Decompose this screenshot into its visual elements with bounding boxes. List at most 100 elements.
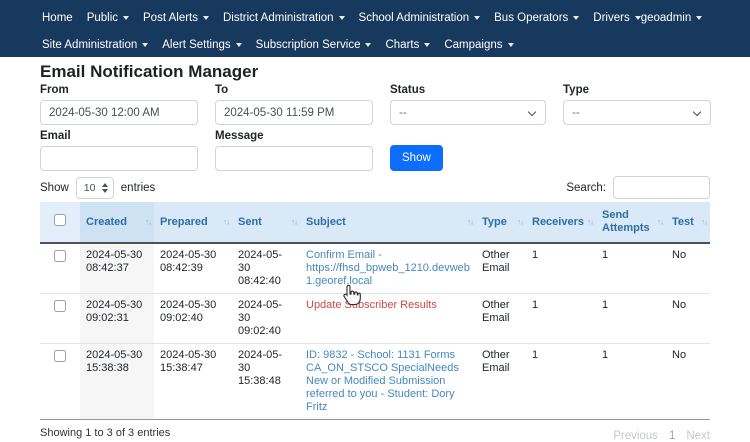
nav-item-charts[interactable]: Charts — [385, 39, 430, 51]
caret-down-icon — [339, 16, 345, 20]
chevron-down-icon — [693, 108, 701, 116]
pagination: Previous 1 Next — [613, 427, 710, 442]
send-attempts-cell: 1 — [596, 243, 666, 294]
prepared-cell: 2024-05-30 09:02:40 — [154, 294, 232, 344]
nav-item-district-administration[interactable]: District Administration — [223, 12, 345, 24]
to-label: To — [215, 84, 373, 97]
nav-item-subscription-service[interactable]: Subscription Service — [256, 39, 372, 51]
sort-icon[interactable]: ↑↓ — [291, 216, 297, 229]
email-input[interactable] — [40, 146, 198, 171]
subject-link[interactable]: ID: 9832 - School: 1131 Forms CA_ON_STSC… — [306, 349, 459, 413]
message-input[interactable] — [215, 146, 373, 171]
column-header-test[interactable]: Test↑↓ — [666, 202, 710, 243]
message-label: Message — [215, 130, 373, 143]
table-row: 2024-05-30 08:42:37 2024-05-30 08:42:39 … — [40, 243, 710, 294]
user-menu-geoadmin[interactable]: geoadmin — [641, 12, 703, 24]
sort-icon[interactable]: ↑↓ — [657, 216, 663, 229]
send-attempts-cell: 1 — [596, 294, 666, 344]
caret-down-icon — [573, 16, 579, 20]
table-controls: Show 10 entries Search: — [40, 176, 710, 199]
sort-icon[interactable]: ↑↓ — [517, 216, 523, 229]
column-header-created[interactable]: Created↑↓ — [80, 202, 154, 243]
table-row: 2024-05-30 09:02:31 2024-05-30 09:02:40 … — [40, 294, 710, 344]
sort-icon[interactable]: ↑↓ — [701, 216, 707, 229]
created-cell: 2024-05-30 15:38:38 — [80, 344, 154, 420]
column-header-sent[interactable]: Sent↑↓ — [232, 202, 300, 243]
from-input[interactable] — [40, 100, 198, 125]
sort-icon[interactable]: ↑↓ — [223, 216, 229, 229]
subject-link[interactable]: Confirm Email - https://fhsd_bpweb_1210.… — [306, 249, 470, 287]
status-selected-value: -- — [399, 107, 407, 119]
to-input[interactable] — [215, 100, 373, 125]
caret-down-icon — [365, 43, 371, 47]
page-size-select[interactable]: 10 — [76, 177, 114, 199]
entries-summary: Showing 1 to 3 of 3 entries — [40, 427, 170, 439]
status-select[interactable]: -- — [390, 100, 546, 125]
chevron-down-icon — [528, 108, 536, 116]
from-field-group: From — [40, 84, 198, 125]
receivers-cell: 1 — [526, 243, 596, 294]
type-field-group: Type -- — [563, 84, 711, 125]
sort-icon[interactable]: ↑↓ — [467, 216, 473, 229]
prepared-cell: 2024-05-30 08:42:39 — [154, 243, 232, 294]
test-cell: No — [666, 294, 710, 344]
type-selected-value: -- — [572, 107, 580, 119]
search-label: Search: — [566, 182, 606, 194]
show-entries-label: Show — [40, 182, 69, 194]
prepared-cell: 2024-05-30 15:38:47 — [154, 344, 232, 420]
nav-item-drivers[interactable]: Drivers — [593, 12, 640, 24]
show-button[interactable]: Show — [390, 145, 443, 171]
nav-item-public[interactable]: Public — [87, 12, 129, 24]
email-label: Email — [40, 130, 198, 143]
page-size-value: 10 — [84, 182, 96, 194]
sort-icon[interactable]: ↑↓ — [587, 216, 593, 229]
nav-item-post-alerts[interactable]: Post Alerts — [143, 12, 209, 24]
sort-icon[interactable]: ↑↓ — [145, 216, 151, 229]
search-input[interactable] — [613, 176, 710, 199]
type-select[interactable]: -- — [563, 100, 711, 125]
column-header-subject[interactable]: Subject↑↓ — [300, 202, 476, 243]
nav-item-home[interactable]: Home — [42, 12, 73, 24]
caret-down-icon — [696, 16, 702, 20]
to-field-group: To — [215, 84, 373, 125]
receivers-cell: 1 — [526, 344, 596, 420]
caret-down-icon — [142, 43, 148, 47]
nav-item-bus-operators[interactable]: Bus Operators — [494, 12, 579, 24]
nav-item-school-administration[interactable]: School Administration — [359, 12, 481, 24]
caret-down-icon — [474, 16, 480, 20]
test-cell: No — [666, 243, 710, 294]
caret-down-icon — [203, 16, 209, 20]
created-cell: 2024-05-30 08:42:37 — [80, 243, 154, 294]
row-checkbox[interactable] — [54, 350, 66, 362]
next-page-button[interactable]: Next — [686, 430, 710, 442]
nav-item-alert-settings[interactable]: Alert Settings — [162, 39, 241, 51]
column-header-type[interactable]: Type↑↓ — [476, 202, 526, 243]
column-header-prepared[interactable]: Prepared↑↓ — [154, 202, 232, 243]
page-number-button[interactable]: 1 — [669, 430, 675, 442]
sent-cell: 2024-05-30 15:38:48 — [232, 344, 300, 420]
type-cell: Other Email — [476, 344, 526, 420]
row-checkbox[interactable] — [54, 250, 66, 262]
table-footer: Showing 1 to 3 of 3 entries Previous 1 N… — [40, 427, 710, 442]
status-label: Status — [390, 84, 546, 97]
from-label: From — [40, 84, 198, 97]
top-navbar: Home Public Post Alerts District Adminis… — [0, 0, 750, 57]
test-cell: No — [666, 344, 710, 420]
email-field-group: Email — [40, 130, 198, 171]
select-all-header[interactable] — [40, 202, 80, 243]
sent-cell: 2024-05-30 08:42:40 — [232, 243, 300, 294]
nav-item-site-administration[interactable]: Site Administration — [42, 39, 148, 51]
select-all-checkbox[interactable] — [54, 214, 66, 226]
previous-page-button[interactable]: Previous — [613, 430, 658, 442]
caret-down-icon — [236, 43, 242, 47]
type-cell: Other Email — [476, 243, 526, 294]
page-title: Email Notification Manager — [40, 61, 710, 82]
nav-item-campaigns[interactable]: Campaigns — [444, 39, 513, 51]
subject-link-hovered[interactable]: Update Subscriber Results — [306, 299, 437, 311]
row-checkbox[interactable] — [54, 300, 66, 312]
entries-label: entries — [121, 182, 156, 194]
message-field-group: Message — [215, 130, 373, 171]
column-header-send-attempts[interactable]: Send Attempts↑↓ — [596, 202, 666, 243]
column-header-receivers[interactable]: Receivers↑↓ — [526, 202, 596, 243]
type-cell: Other Email — [476, 294, 526, 344]
